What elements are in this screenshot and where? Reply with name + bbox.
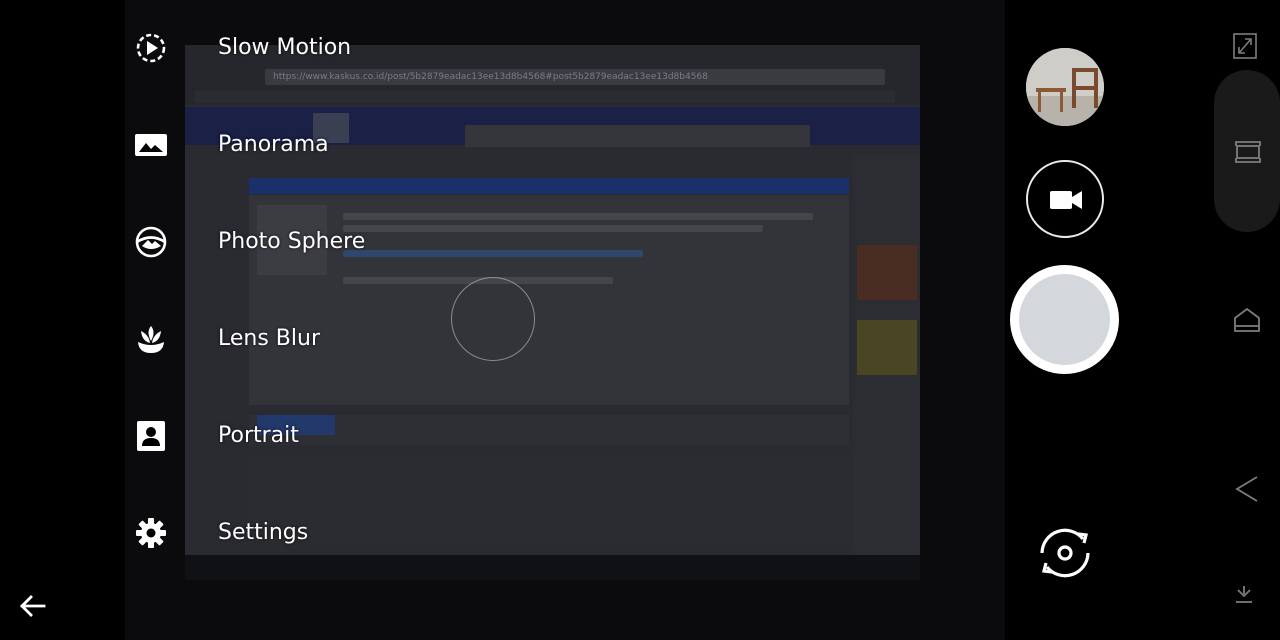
- video-camera-icon: [1050, 191, 1082, 209]
- photo-sphere-icon: [135, 226, 167, 258]
- mode-label: Slow Motion: [218, 35, 352, 60]
- switch-camera-icon[interactable]: [1034, 522, 1096, 584]
- video-mode-button[interactable]: [1026, 160, 1104, 238]
- shutter-inner: [1019, 274, 1110, 365]
- mode-portrait[interactable]: Portrait: [0, 388, 600, 484]
- screen-rotate-icon[interactable]: [1232, 32, 1258, 60]
- mode-photo-sphere[interactable]: Photo Sphere: [0, 194, 600, 290]
- thumbnail-photo: [1026, 48, 1104, 126]
- panorama-icon: [135, 134, 167, 156]
- sidebar-ad: [857, 320, 917, 375]
- gear-icon: [136, 518, 166, 548]
- mode-slow-motion[interactable]: Slow Motion: [0, 0, 600, 96]
- mode-label: Portrait: [218, 423, 299, 448]
- lens-blur-icon: [138, 326, 164, 353]
- hide-nav-icon[interactable]: [1234, 584, 1254, 606]
- mode-label: Panorama: [218, 132, 329, 157]
- sidebar-ad: [857, 245, 917, 300]
- gallery-thumbnail[interactable]: [1026, 48, 1104, 126]
- mode-settings[interactable]: Settings: [0, 485, 600, 581]
- portrait-icon: [137, 421, 165, 451]
- mode-label: Settings: [218, 520, 309, 545]
- mode-lens-blur[interactable]: Lens Blur: [0, 291, 600, 387]
- home-icon[interactable]: [1232, 306, 1262, 334]
- back-triangle-icon[interactable]: [1234, 474, 1260, 504]
- back-arrow-icon[interactable]: [14, 588, 50, 624]
- shutter-button[interactable]: [1010, 265, 1119, 374]
- mode-panorama[interactable]: Panorama: [0, 97, 600, 193]
- slow-motion-icon: [136, 33, 166, 63]
- mode-label: Lens Blur: [218, 326, 320, 351]
- mode-label: Photo Sphere: [218, 229, 366, 254]
- recents-icon[interactable]: [1234, 140, 1262, 164]
